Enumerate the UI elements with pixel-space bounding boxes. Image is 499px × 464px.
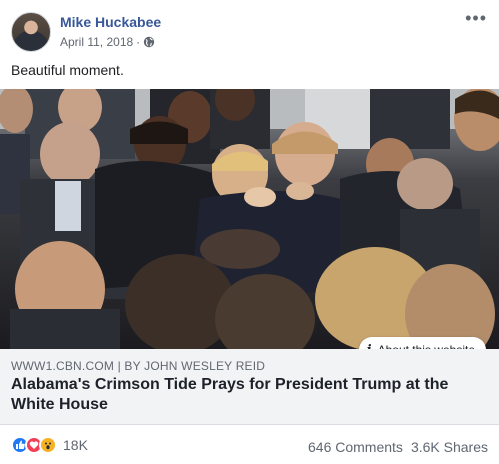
post-date[interactable]: April 11, 2018 <box>60 35 133 49</box>
post-header: Mike Huckabee April 11, 2018 · ••• <box>0 0 499 56</box>
author-name-link[interactable]: Mike Huckabee <box>60 14 161 30</box>
post-photo[interactable] <box>0 89 499 349</box>
wow-icon <box>39 436 57 454</box>
reactions-summary[interactable]: 18K <box>11 436 88 454</box>
post-stats: 646 Comments 3.6K Shares <box>308 439 488 455</box>
comments-count[interactable]: 646 Comments <box>308 439 403 455</box>
link-source: WWW1.CBN.COM | BY JOHN WESLEY REID <box>11 359 266 373</box>
post-text: Beautiful moment. <box>11 62 124 78</box>
globe-icon[interactable] <box>143 36 155 48</box>
author-avatar[interactable] <box>11 12 51 52</box>
reaction-count[interactable]: 18K <box>63 437 88 453</box>
post-footer: 18K 646 Comments 3.6K Shares <box>0 425 499 464</box>
post-meta: April 11, 2018 · <box>60 35 155 49</box>
meta-separator: · <box>136 35 141 49</box>
link-preview[interactable]: WWW1.CBN.COM | BY JOHN WESLEY REID Alaba… <box>0 349 499 425</box>
more-options-icon[interactable]: ••• <box>465 9 487 27</box>
shares-count[interactable]: 3.6K Shares <box>411 439 488 455</box>
link-title[interactable]: Alabama's Crimson Tide Prays for Preside… <box>11 375 481 415</box>
